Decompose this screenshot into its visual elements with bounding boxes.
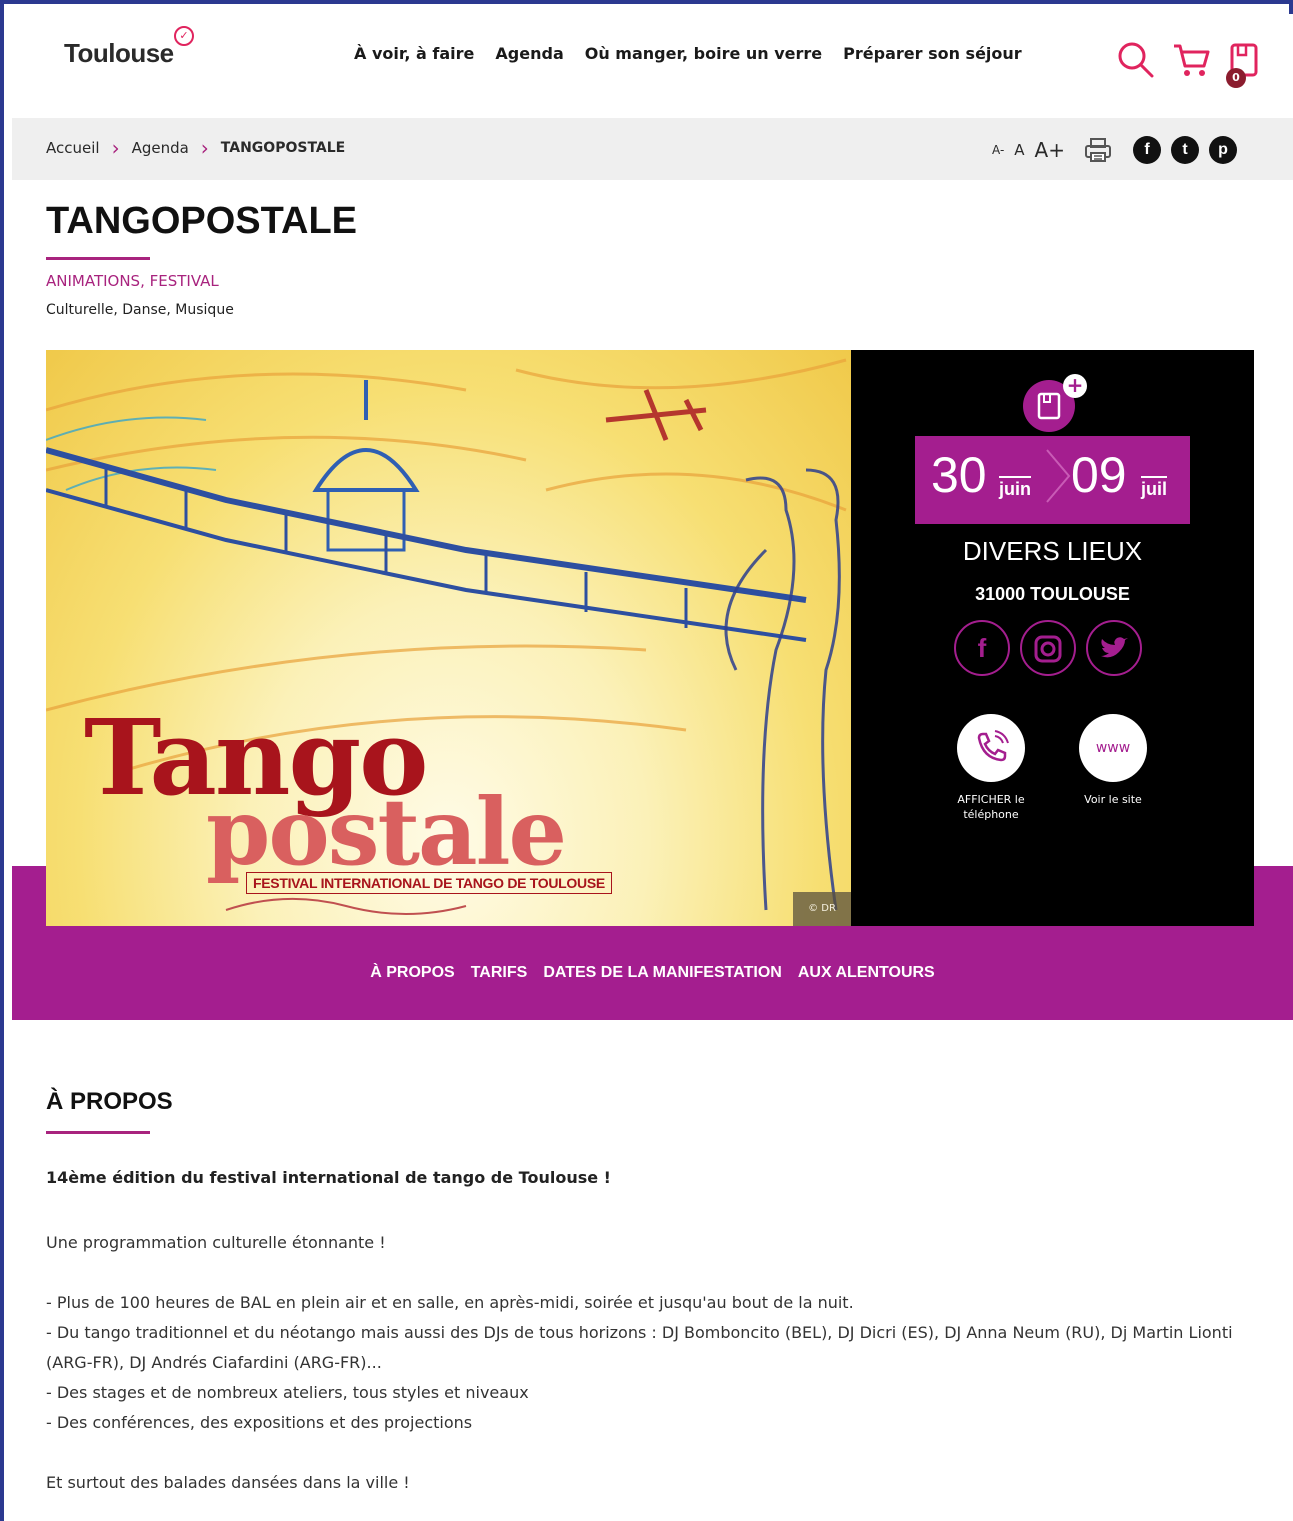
logo-mark-icon: ✓: [174, 26, 194, 46]
breadcrumb-current: TANGOPOSTALE: [220, 140, 346, 156]
website-label[interactable]: Voir le site: [1058, 792, 1168, 807]
share-facebook-icon[interactable]: f: [1133, 136, 1161, 164]
share-twitter-icon[interactable]: t: [1171, 136, 1199, 164]
website-button[interactable]: www: [1079, 714, 1147, 782]
date-start-month: juin: [999, 476, 1031, 500]
facebook-icon[interactable]: f: [954, 620, 1010, 676]
site-header: Toulouse ✓ À voir, à faire Agenda Où man…: [12, 14, 1293, 118]
about-bullet: - Plus de 100 heures de BAL en plein air…: [46, 1293, 854, 1312]
show-phone-label[interactable]: AFFICHER le téléphone: [936, 792, 1046, 822]
main-nav: À voir, à faire Agenda Où manger, boire …: [354, 44, 1022, 63]
cart-icon[interactable]: [1172, 42, 1212, 78]
nav-ou-manger[interactable]: Où manger, boire un verre: [585, 44, 822, 63]
show-phone-button[interactable]: [957, 714, 1025, 782]
breadcrumb-bar: Accueil › Agenda › TANGOPOSTALE A- A A+ …: [12, 118, 1293, 180]
breadcrumb: Accueil › Agenda › TANGOPOSTALE: [46, 136, 346, 160]
nav-agenda[interactable]: Agenda: [495, 44, 563, 63]
tab-aux-alentours[interactable]: AUX ALENTOURS: [798, 964, 935, 982]
date-start-day: 30: [931, 447, 987, 503]
event-dates: 30 juin 09 juil: [915, 436, 1190, 524]
chevron-right-icon: ›: [200, 136, 209, 160]
page-tools: A- A A+ f t p: [992, 136, 1237, 164]
poster-title-line2: postale: [206, 778, 567, 886]
tab-a-propos[interactable]: À PROPOS: [370, 964, 454, 982]
search-icon[interactable]: [1116, 40, 1156, 80]
breadcrumb-home[interactable]: Accueil: [46, 139, 100, 157]
event-categories[interactable]: ANIMATIONS, FESTIVAL: [46, 272, 219, 290]
phone-icon: [977, 730, 1009, 762]
section-tabs: À PROPOS TARIFS DATES DE LA MANIFESTATIO…: [12, 964, 1293, 982]
date-end-month: juil: [1141, 476, 1167, 500]
poster-subtitle: FESTIVAL INTERNATIONAL DE TANGO DE TOULO…: [246, 872, 612, 894]
site-logo[interactable]: Toulouse: [64, 38, 174, 69]
about-bullet: - Des conférences, des expositions et de…: [46, 1413, 473, 1432]
date-end-day: 09: [1071, 447, 1127, 503]
about-heading: À PROPOS: [46, 1088, 173, 1115]
about-intro: Une programmation culturelle étonnante !: [46, 1233, 386, 1252]
header-icons: 0: [1116, 38, 1266, 88]
font-increase-button[interactable]: A+: [1035, 138, 1065, 162]
font-reset-button[interactable]: A: [1014, 141, 1024, 159]
nav-a-voir[interactable]: À voir, à faire: [354, 44, 474, 63]
about-divider: [46, 1131, 150, 1134]
instagram-icon[interactable]: [1020, 620, 1076, 676]
plus-icon: +: [1063, 374, 1087, 398]
about-bullet: - Des stages et de nombreux ateliers, to…: [46, 1383, 529, 1402]
chevron-right-icon: ›: [111, 136, 120, 160]
event-place: DIVERS LIEUX: [962, 536, 1143, 566]
image-credit: © DR: [793, 892, 851, 926]
share-pinterest-icon[interactable]: p: [1209, 136, 1237, 164]
tab-tarifs[interactable]: TARIFS: [471, 964, 528, 982]
page: Toulouse ✓ À voir, à faire Agenda Où man…: [12, 14, 1293, 1521]
event-city: 31000 TOULOUSE: [975, 584, 1130, 604]
chevron-right-icon: [1046, 449, 1071, 503]
about-bullet: - Du tango traditionnel et du néotango m…: [46, 1323, 1233, 1372]
tab-dates[interactable]: DATES DE LA MANIFESTATION: [543, 964, 782, 982]
about-outro: Et surtout des balades dansées dans la v…: [46, 1473, 410, 1492]
cart-count-badge: 0: [1226, 68, 1246, 88]
event-subcategories: Culturelle, Danse, Musique: [46, 302, 234, 318]
event-poster-image: Tango postale FESTIVAL INTERNATIONAL DE …: [46, 350, 851, 926]
twitter-icon[interactable]: [1086, 620, 1142, 676]
title-divider: [46, 257, 150, 260]
about-lead: 14ème édition du festival international …: [46, 1168, 611, 1187]
breadcrumb-agenda[interactable]: Agenda: [132, 139, 189, 157]
page-title: TANGOPOSTALE: [46, 200, 358, 242]
print-icon[interactable]: [1083, 136, 1113, 164]
font-decrease-button[interactable]: A-: [992, 143, 1004, 157]
event-info-panel: + 30 juin 09 juil DIVERS LIEUX 31000 TOU…: [851, 350, 1254, 926]
nav-preparer-sejour[interactable]: Préparer son séjour: [843, 44, 1022, 63]
